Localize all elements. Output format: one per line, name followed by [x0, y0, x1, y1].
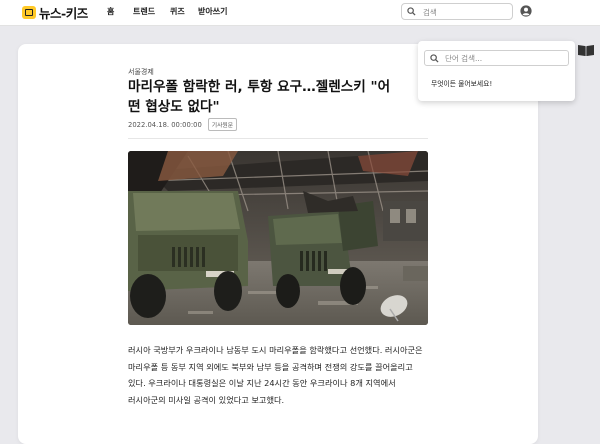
war-scene-image	[128, 151, 428, 325]
search-input[interactable]: 검색	[401, 3, 513, 20]
article-body: 러시아 국방부가 우크라이나 남동부 도시 마리우폴을 함락했다고 선언했다. …	[128, 345, 423, 405]
nav-quiz[interactable]: 퀴즈	[170, 6, 185, 17]
article-category: 서울경제	[128, 68, 154, 76]
article-photo	[128, 151, 428, 325]
logo-icon	[22, 5, 36, 19]
article-title-line2: 떤 협상도 없다"	[128, 99, 220, 115]
search-icon	[407, 7, 416, 16]
article-date: 2022.04.18. 00:00:00	[128, 120, 202, 129]
account-icon[interactable]	[520, 5, 532, 17]
original-article-link[interactable]: 기사원문	[207, 118, 238, 131]
search-icon	[430, 54, 439, 63]
article-title: 마리우폴 함락한 러, 투항 요구…젤렌스키 "어 떤 협상도 없다"	[128, 77, 428, 117]
search-placeholder: 검색	[423, 8, 437, 17]
top-navigation-bar: 뉴스-키즈 홈 트렌드 퀴즈 받아쓰기 검색	[0, 0, 600, 26]
word-search-input[interactable]: 단어 검색...	[424, 50, 569, 66]
dictionary-book-icon[interactable]	[577, 44, 595, 57]
logo-text: 뉴스-키즈	[39, 5, 88, 21]
divider	[128, 138, 428, 139]
article-title-line1: 마리우폴 함락한 러, 투항 요구…젤렌스키 "어	[128, 79, 391, 95]
nav-home[interactable]: 홈	[107, 6, 114, 17]
word-search-panel: 단어 검색... 무엇이든 물어보세요!	[418, 41, 575, 101]
site-logo[interactable]: 뉴스-키즈	[22, 4, 88, 21]
article-card: 서울경제 마리우폴 함락한 러, 투항 요구…젤렌스키 "어 떤 협상도 없다"…	[18, 44, 538, 444]
article-meta: 2022.04.18. 00:00:00 기사원문	[128, 118, 238, 131]
word-search-placeholder: 단어 검색...	[445, 54, 483, 63]
nav-dictation[interactable]: 받아쓰기	[198, 6, 227, 17]
ask-prompt-message: 무엇이든 물어보세요!	[431, 80, 493, 88]
nav-trend[interactable]: 트렌드	[133, 6, 155, 17]
